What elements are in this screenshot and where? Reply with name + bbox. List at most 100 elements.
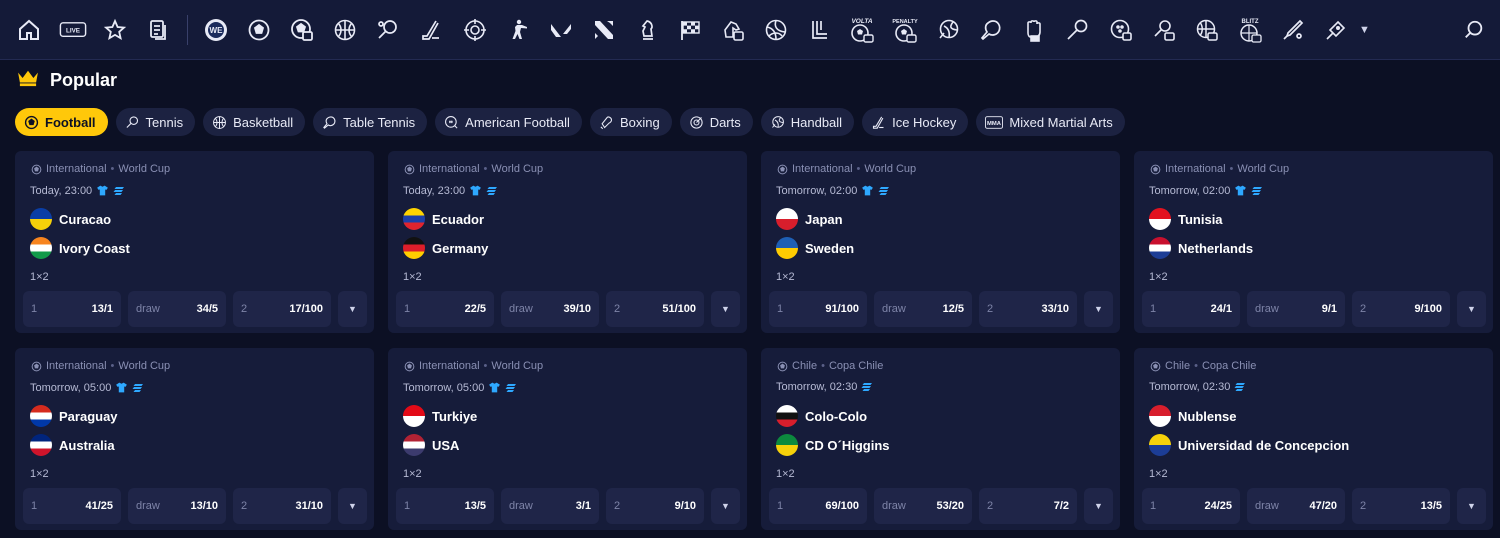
odd-home-button[interactable]: 1 69/100 xyxy=(769,488,867,524)
horse-racing-icon[interactable] xyxy=(719,16,747,44)
home-flag-icon xyxy=(776,405,798,427)
search-icon[interactable] xyxy=(1460,16,1488,44)
odd-value: 13/5 xyxy=(1420,500,1442,512)
more-markets-chevron-icon[interactable]: ▼ xyxy=(1084,488,1113,524)
chip-handball[interactable]: Handball xyxy=(760,108,855,136)
odd-home-button[interactable]: 1 24/1 xyxy=(1142,291,1240,327)
chess-icon[interactable] xyxy=(633,16,661,44)
virtual-football-icon[interactable] xyxy=(288,16,316,44)
penalty-icon[interactable]: PENALTY xyxy=(891,16,919,44)
chip-label: Tennis xyxy=(145,114,184,130)
odd-home-button[interactable]: 1 13/5 xyxy=(396,488,494,524)
tennis-icon[interactable] xyxy=(374,16,402,44)
chip-boxing[interactable]: Boxing xyxy=(589,108,672,136)
market-label: 1×2 xyxy=(30,271,49,283)
more-markets-chevron-icon[interactable]: ▼ xyxy=(1084,291,1113,327)
e-soccer-icon[interactable]: WE xyxy=(202,16,230,44)
odd-home-button[interactable]: 1 22/5 xyxy=(396,291,494,327)
chip-mixed-martial-arts[interactable]: MMA Mixed Martial Arts xyxy=(976,108,1125,136)
chip-tennis[interactable]: Tennis xyxy=(115,108,196,136)
cricket-icon[interactable] xyxy=(1279,16,1307,44)
odd-away-button[interactable]: 2 51/100 xyxy=(606,291,704,327)
odd-draw-button[interactable]: draw 12/5 xyxy=(874,291,972,327)
more-markets-chevron-icon[interactable]: ▼ xyxy=(711,488,740,524)
home-flag-icon xyxy=(403,208,425,230)
home-team-name: Ecuador xyxy=(432,211,485,227)
odd-draw-button[interactable]: draw 34/5 xyxy=(128,291,226,327)
odd-value: 7/2 xyxy=(1053,500,1069,512)
odd-home-button[interactable]: 1 41/25 xyxy=(23,488,121,524)
volleyball-icon[interactable] xyxy=(762,16,790,44)
chip-ice-hockey[interactable]: Ice Hockey xyxy=(862,108,969,136)
handball-icon[interactable] xyxy=(934,16,962,44)
match-card[interactable]: International • World Cup Tomorrow, 05:0… xyxy=(388,348,747,530)
odd-away-button[interactable]: 2 31/10 xyxy=(233,488,331,524)
match-card[interactable]: International • World Cup Tomorrow, 02:0… xyxy=(1134,151,1493,333)
match-card[interactable]: International • World Cup Today, 23:00 C… xyxy=(15,151,374,333)
odd-draw-button[interactable]: draw 53/20 xyxy=(874,488,972,524)
boxing-glove-icon[interactable] xyxy=(1020,16,1048,44)
golf-icon[interactable] xyxy=(1107,16,1135,44)
home-team-name: Nublense xyxy=(1178,408,1237,424)
odd-draw-button[interactable]: draw 39/10 xyxy=(501,291,599,327)
home-icon[interactable] xyxy=(15,16,43,44)
more-markets-chevron-icon[interactable]: ▼ xyxy=(338,291,367,327)
basketball-icon[interactable] xyxy=(331,16,359,44)
chip-table-tennis[interactable]: Table Tennis xyxy=(313,108,428,136)
odd-away-button[interactable]: 2 7/2 xyxy=(979,488,1077,524)
badminton-icon[interactable] xyxy=(1063,16,1091,44)
chip-american-football[interactable]: American Football xyxy=(435,108,582,136)
table-icon[interactable] xyxy=(805,16,833,44)
darts-icon[interactable] xyxy=(1322,16,1350,44)
odd-away-button[interactable]: 2 33/10 xyxy=(979,291,1077,327)
football-icon[interactable] xyxy=(245,16,273,44)
match-time: Tomorrow, 02:30 xyxy=(776,381,873,393)
more-markets-chevron-icon[interactable]: ▼ xyxy=(338,488,367,524)
racing-flag-icon[interactable] xyxy=(676,16,704,44)
ice-hockey-icon[interactable] xyxy=(417,16,445,44)
odd-away-button[interactable]: 2 9/10 xyxy=(606,488,704,524)
dota-icon[interactable] xyxy=(590,16,618,44)
odd-draw-button[interactable]: draw 3/1 xyxy=(501,488,599,524)
chip-football[interactable]: Football xyxy=(15,108,108,136)
odd-home-button[interactable]: 1 91/100 xyxy=(769,291,867,327)
odd-label: 2 xyxy=(1360,303,1367,315)
more-markets-chevron-icon[interactable]: ▼ xyxy=(711,291,740,327)
odd-away-button[interactable]: 2 9/100 xyxy=(1352,291,1450,327)
counter-strike-icon[interactable] xyxy=(504,16,532,44)
esports-target-icon[interactable] xyxy=(461,16,489,44)
match-card[interactable]: Chile • Copa Chile Tomorrow, 02:30 Colo-… xyxy=(761,348,1120,530)
betslip-icon[interactable] xyxy=(144,16,172,44)
popular-header: Popular xyxy=(16,66,117,94)
live-icon[interactable]: LIVE xyxy=(58,16,88,44)
esports-tennis-icon[interactable] xyxy=(1150,16,1178,44)
match-card[interactable]: International • World Cup Tomorrow, 02:0… xyxy=(761,151,1120,333)
chip-darts[interactable]: Darts xyxy=(679,108,753,136)
more-sports-chevron-icon[interactable]: ▼ xyxy=(1359,24,1370,36)
odd-away-button[interactable]: 2 17/100 xyxy=(233,291,331,327)
odd-value: 51/100 xyxy=(662,303,696,315)
table-tennis-icon[interactable] xyxy=(977,16,1005,44)
chip-basketball[interactable]: Basketball xyxy=(203,108,306,136)
star-icon[interactable] xyxy=(101,16,129,44)
volta-icon[interactable]: VOLTA xyxy=(848,16,876,44)
match-card[interactable]: International • World Cup Today, 23:00 E… xyxy=(388,151,747,333)
match-card[interactable]: Chile • Copa Chile Tomorrow, 02:30 Nuble… xyxy=(1134,348,1493,530)
odd-draw-button[interactable]: draw 9/1 xyxy=(1247,291,1345,327)
odd-away-button[interactable]: 2 13/5 xyxy=(1352,488,1450,524)
odd-home-button[interactable]: 1 24/25 xyxy=(1142,488,1240,524)
odd-draw-button[interactable]: draw 47/20 xyxy=(1247,488,1345,524)
away-flag-icon xyxy=(1149,434,1171,456)
odds-row: 1 41/25 draw 13/10 2 31/10 ▼ xyxy=(23,488,367,524)
valorant-icon[interactable] xyxy=(547,16,575,44)
odd-draw-button[interactable]: draw 13/10 xyxy=(128,488,226,524)
league-separator: • xyxy=(1229,163,1234,175)
odd-home-button[interactable]: 1 13/1 xyxy=(23,291,121,327)
league-name: World Cup xyxy=(491,360,544,372)
more-markets-chevron-icon[interactable]: ▼ xyxy=(1457,291,1486,327)
e-basketball-icon[interactable] xyxy=(1193,16,1221,44)
more-markets-chevron-icon[interactable]: ▼ xyxy=(1457,488,1486,524)
match-card[interactable]: International • World Cup Tomorrow, 05:0… xyxy=(15,348,374,530)
blitz-icon[interactable]: BLITZ xyxy=(1236,16,1264,44)
stats-icon xyxy=(132,383,144,392)
